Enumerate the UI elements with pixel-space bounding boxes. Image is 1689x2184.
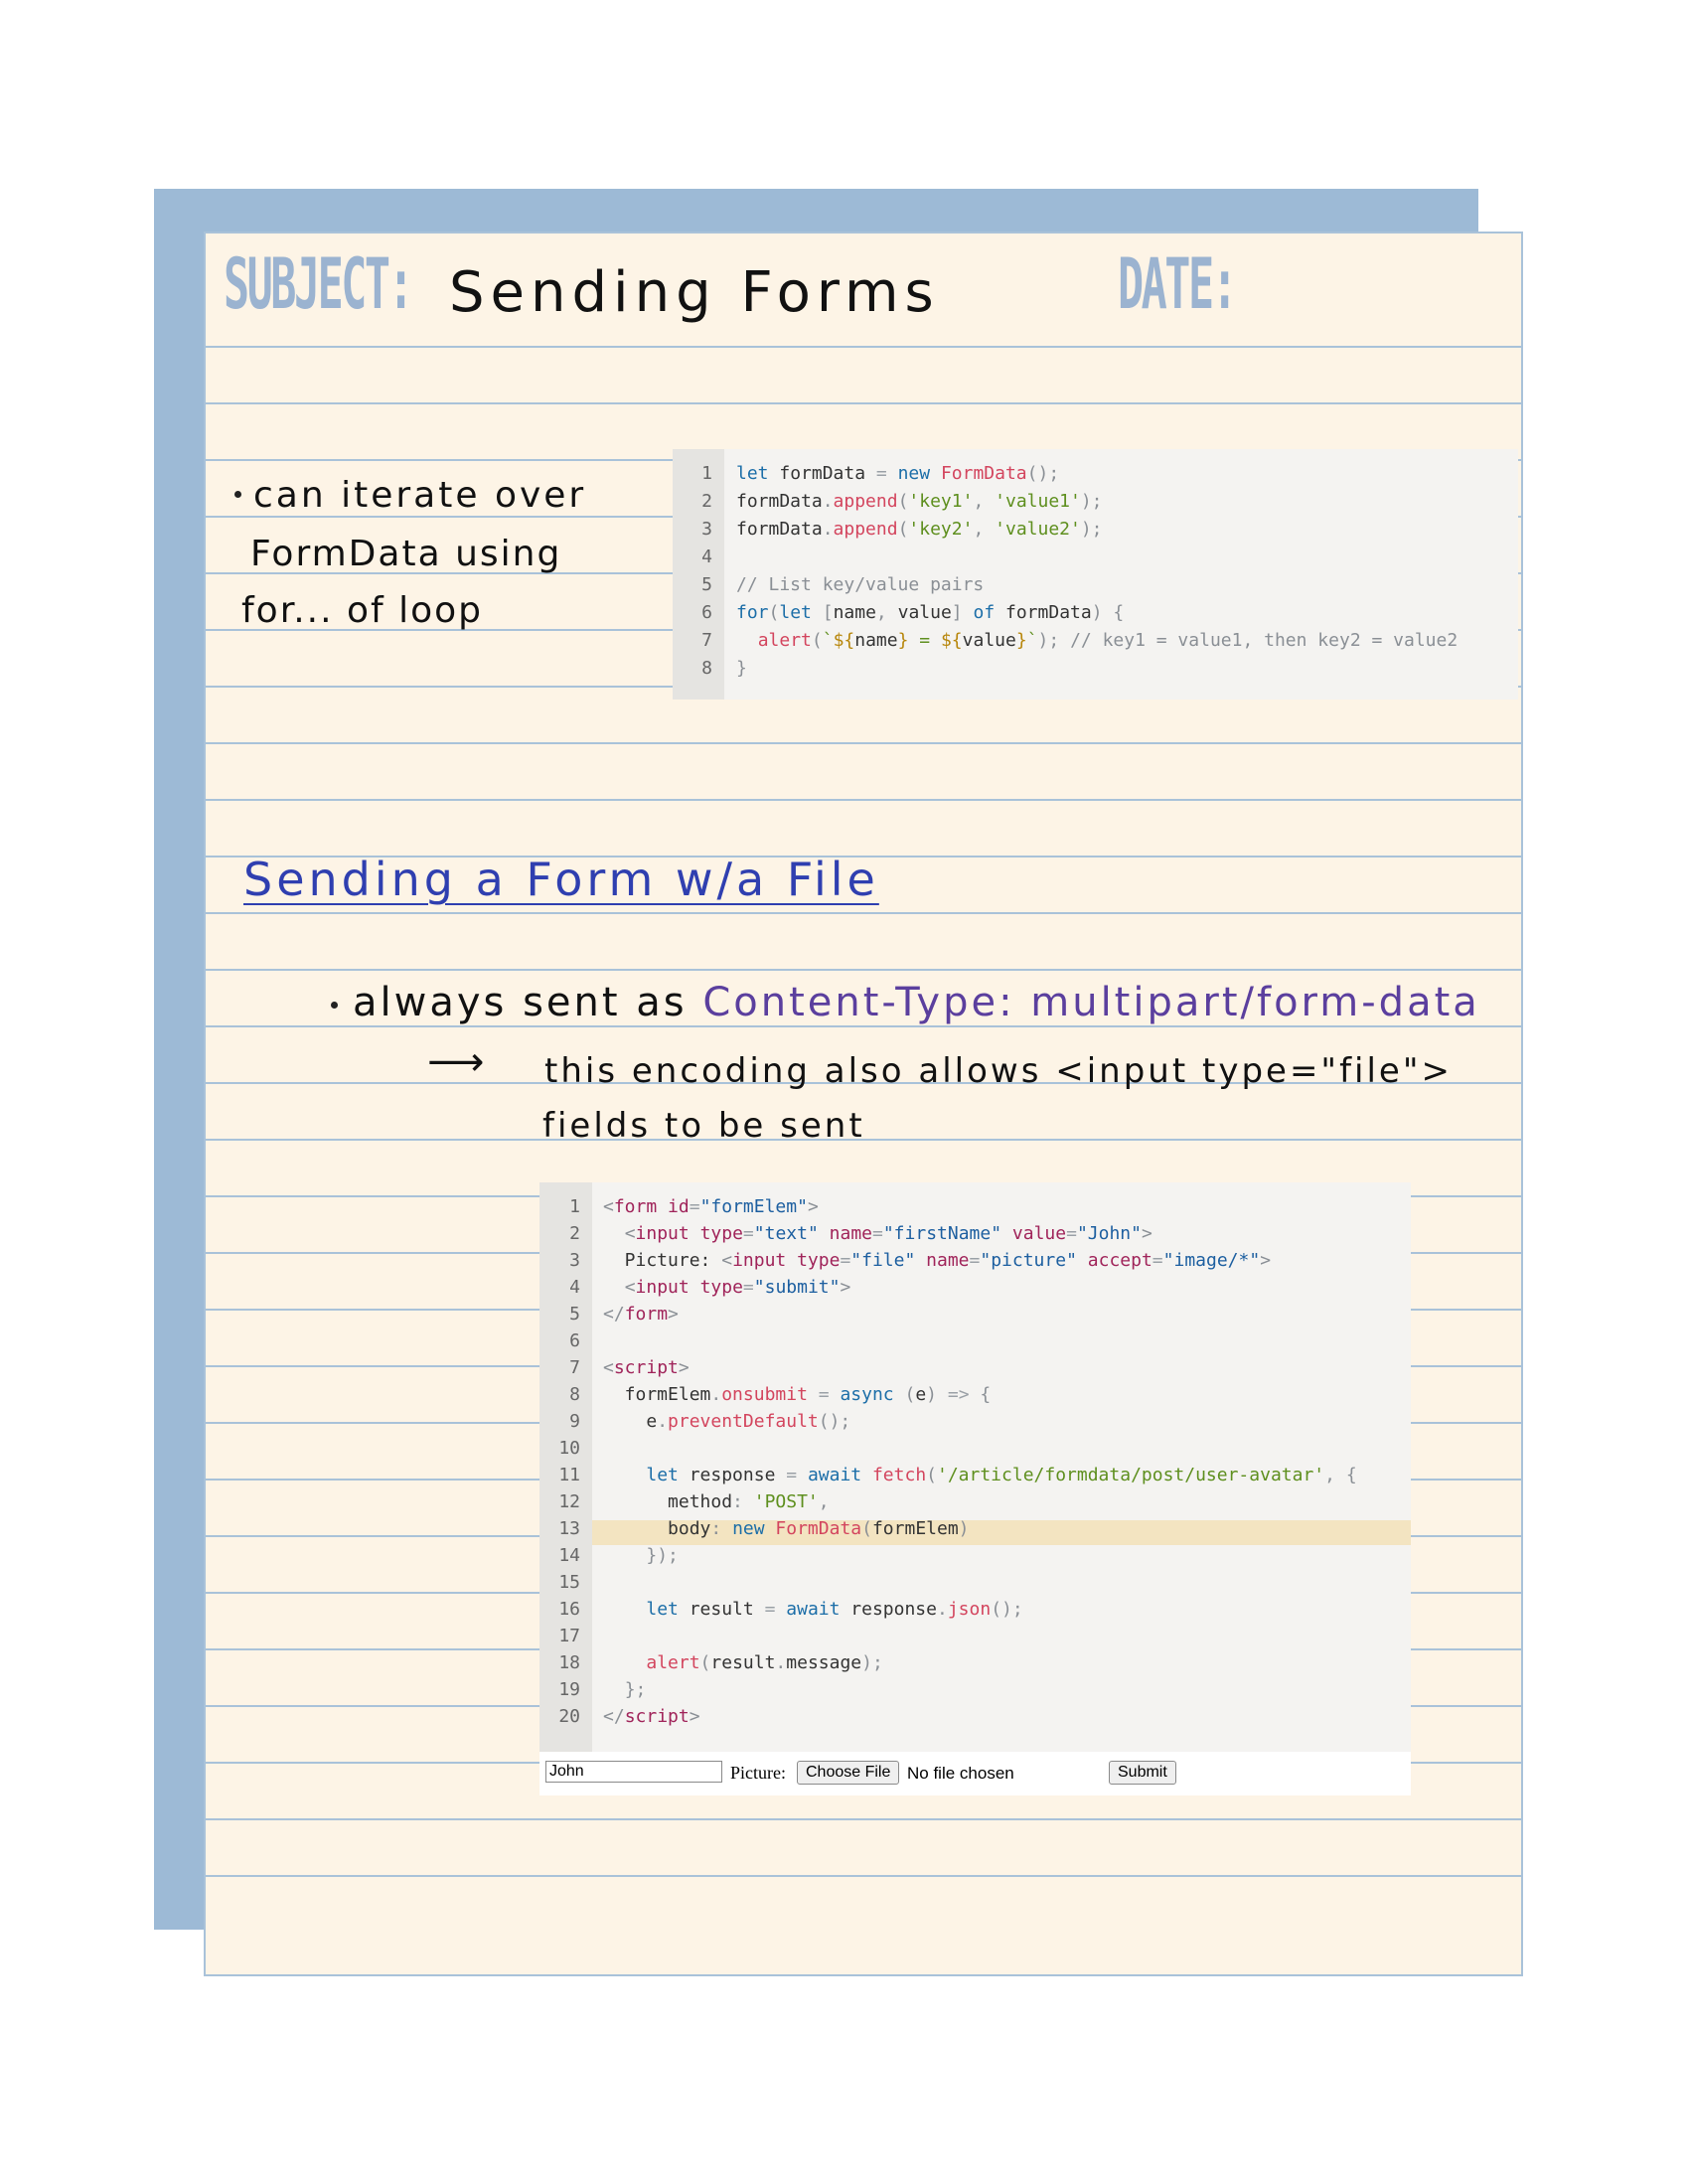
arrow-icon: ⟶ <box>427 1039 485 1085</box>
code-line: <input type="submit"> <box>624 1277 851 1298</box>
rule-line <box>206 969 1521 971</box>
line-number: 5 <box>701 574 712 595</box>
code-line: alert(result.message); <box>646 1652 883 1673</box>
subject-value: Sending Forms <box>449 260 940 325</box>
rule-line <box>206 1875 1521 1877</box>
code-line: for(let [name, value] of formData) { <box>736 602 1125 623</box>
date-label: DATE: <box>1118 243 1238 325</box>
code-line: formElem.onsubmit = async (e) => { <box>603 1384 992 1405</box>
code-line: }; <box>624 1679 647 1700</box>
bullet <box>331 1002 338 1009</box>
line-number: 4 <box>569 1277 580 1298</box>
no-file-chosen-text: No file chosen <box>907 1764 1014 1783</box>
code-line: Picture: <input type="file" name="pictur… <box>603 1250 1272 1271</box>
code-line: } <box>736 658 747 679</box>
content-type-highlight: Content-Type: multipart/form-data <box>702 980 1480 1025</box>
line-number: 8 <box>701 658 712 679</box>
code-line: e.preventDefault(); <box>603 1411 851 1432</box>
submit-button[interactable]: Submit <box>1109 1761 1176 1785</box>
code-block-form-upload: 1 2 3 4 5 6 7 8 9 10 11 12 13 14 15 16 1… <box>539 1182 1411 1752</box>
line-number: 8 <box>569 1384 580 1405</box>
line-number: 6 <box>569 1330 580 1351</box>
line-number: 19 <box>558 1679 580 1700</box>
note-line-3: for... of loop <box>241 590 484 631</box>
line-number: 7 <box>701 630 712 651</box>
line-number: 16 <box>558 1599 580 1620</box>
code-line: method: 'POST', <box>603 1491 830 1512</box>
code-line: </form> <box>603 1304 679 1325</box>
code-line: }); <box>646 1545 679 1566</box>
code-block-formdata: 1 2 3 4 5 6 7 8 let formData = new FormD… <box>673 449 1518 700</box>
code-line: body: new FormData(formElem) <box>603 1518 970 1539</box>
line-number: 20 <box>558 1706 580 1727</box>
line-number: 14 <box>558 1545 580 1566</box>
choose-file-button[interactable]: Choose File <box>797 1761 900 1785</box>
bullet-prefix: always sent as <box>353 980 703 1025</box>
code-line: let result = await response.json(); <box>646 1599 1023 1620</box>
code-line: </script> <box>603 1706 700 1727</box>
bullet-text: always sent as Content-Type: multipart/f… <box>353 980 1480 1025</box>
line-number: 2 <box>701 491 712 512</box>
code-line: <script> <box>603 1357 690 1378</box>
sub-line-1: this encoding also allows <input type="f… <box>544 1051 1453 1091</box>
first-name-input[interactable] <box>545 1761 722 1783</box>
line-number: 10 <box>558 1438 580 1459</box>
line-number: 15 <box>558 1572 580 1593</box>
line-number: 17 <box>558 1626 580 1646</box>
rule-line <box>206 912 1521 914</box>
code-line: let formData = new FormData(); <box>736 463 1060 484</box>
line-number: 9 <box>569 1411 580 1432</box>
line-number: 18 <box>558 1652 580 1673</box>
line-number: 6 <box>701 602 712 623</box>
line-number: 2 <box>569 1223 580 1244</box>
rule-line <box>206 402 1521 404</box>
code-line: alert(`${name} = ${value}`); // key1 = v… <box>757 630 1459 651</box>
line-number: 7 <box>569 1357 580 1378</box>
line-number: 11 <box>558 1465 580 1485</box>
line-number: 3 <box>569 1250 580 1271</box>
line-number: 1 <box>569 1196 580 1217</box>
code-line: let response = await fetch('/article/for… <box>646 1465 1357 1485</box>
subject-label: SUBJECT: <box>224 243 414 325</box>
rule-line <box>206 742 1521 744</box>
rule-line <box>206 346 1521 348</box>
bullet <box>234 491 241 498</box>
line-number: 1 <box>701 463 712 484</box>
code-line: <input type="text" name="firstName" valu… <box>624 1223 1152 1244</box>
picture-label: Picture: <box>730 1763 786 1783</box>
sub-line-2: fields to be sent <box>542 1106 865 1146</box>
demo-form-preview: Picture: Choose File No file chosen Subm… <box>539 1752 1411 1795</box>
code-line: formData.append('key2', 'value2'); <box>736 519 1103 540</box>
rule-line <box>206 1818 1521 1820</box>
rule-line <box>206 799 1521 801</box>
line-number: 12 <box>558 1491 580 1512</box>
code-line: <form id="formElem"> <box>603 1196 819 1217</box>
line-number: 5 <box>569 1304 580 1325</box>
line-number: 13 <box>558 1518 580 1539</box>
code-line: formData.append('key1', 'value1'); <box>736 491 1103 512</box>
note-line-2: FormData using <box>250 534 562 574</box>
line-number: 4 <box>701 546 712 567</box>
note-line-1: can iterate over <box>253 475 587 516</box>
rule-line <box>206 1025 1521 1027</box>
code-line: // List key/value pairs <box>736 574 985 595</box>
section-heading: Sending a Form w/a File <box>243 853 879 906</box>
line-number: 3 <box>701 519 712 540</box>
